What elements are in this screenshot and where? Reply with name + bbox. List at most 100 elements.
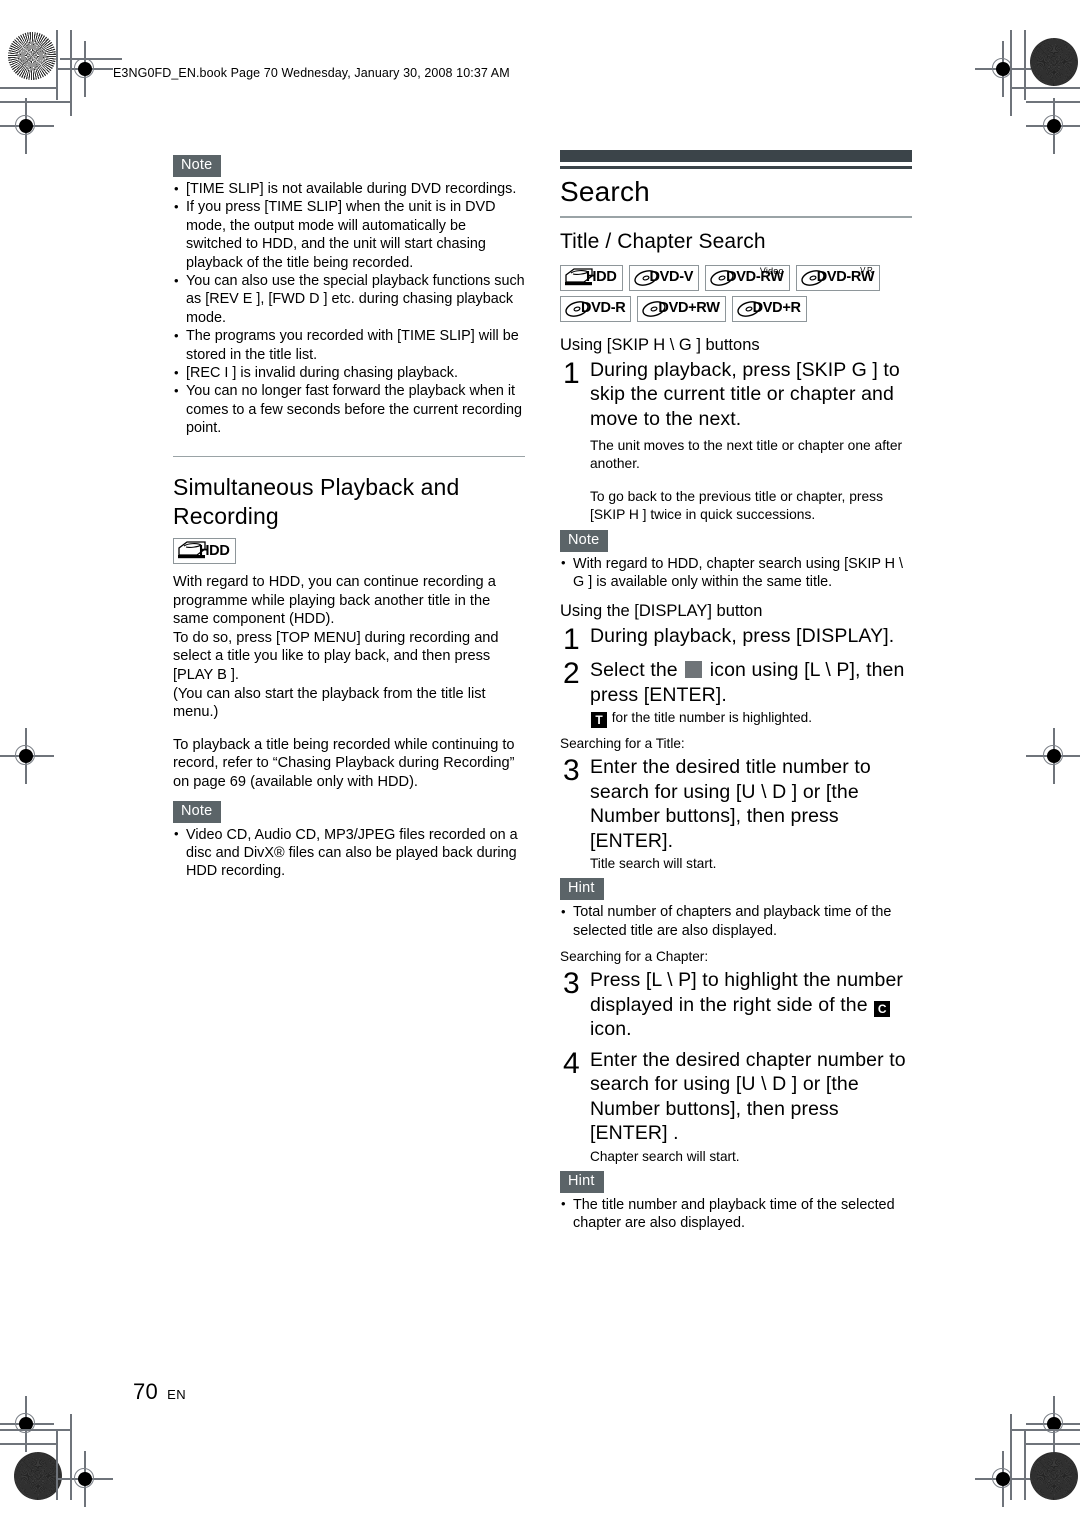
heading-using-display-button: Using the [DISPLAY] button (560, 602, 763, 621)
note-label-wrap-skip: Note (560, 529, 912, 552)
media-badge-dvd-rw-video: DVD-RW Video (705, 264, 790, 291)
left-column: Note [TIME SLIP] is not available during… (173, 155, 525, 881)
note-label-skip: Note (560, 529, 609, 552)
rosette-mark-bottom-left (14, 1452, 62, 1500)
page-number: 70 (133, 1379, 159, 1404)
trim-line (1010, 1414, 1012, 1500)
hint-label-1: Hint (560, 878, 604, 901)
step-number: 2 (563, 657, 580, 691)
step-instruction: Select the icon using [L \ P], then pres… (590, 658, 912, 707)
media-badge-hdd: HDD (173, 538, 236, 565)
paragraph-chasing-playback-ref: To playback a title being recorded while… (173, 736, 515, 791)
media-badge-row-2: DVD-R DVD+RW DVD+R (560, 295, 912, 322)
trim-line (1010, 30, 1012, 116)
registration-crosshair-bottom-right (975, 1451, 1031, 1507)
subsection-title-title-chapter-search: Title / Chapter Search (560, 229, 766, 253)
right-column: Search Title / Chapter Search HDD DVD-V (560, 150, 912, 1233)
chapter-badge-icon: C (874, 1000, 891, 1017)
paragraph-top-menu: To do so, press [TOP MENU] during record… (173, 629, 499, 684)
note-label-2: Note (173, 800, 222, 823)
trim-line (56, 1430, 58, 1500)
trim-line (70, 30, 72, 116)
step-number: 1 (563, 623, 580, 657)
page-title-simultaneous-playback: Simultaneous Playback and Recording (173, 474, 460, 529)
registration-crosshair-right-middle (1026, 728, 1080, 784)
paragraph-hdd-recording: With regard to HDD, you can continue rec… (173, 574, 496, 628)
media-badge-label: DVD+RW (658, 300, 720, 317)
step-note-chapter-search-start: Chapter search will start. (590, 1148, 740, 1164)
media-badge-dvd-rw-vr: DVD-RW VR (795, 264, 881, 291)
note-list-playback: [TIME SLIP] is not available during DVD … (173, 179, 525, 438)
trim-line (1012, 1429, 1080, 1431)
hint-label-wrap-1: Hint (560, 878, 912, 901)
trim-line (56, 30, 58, 100)
media-badge-hdd: HDD (560, 264, 623, 291)
step-text-after-icon: icon. (590, 1018, 632, 1041)
media-badge-sup: VR (860, 265, 875, 275)
header-rule (60, 58, 122, 60)
trim-line (0, 101, 72, 103)
note-label-wrap: Note (173, 155, 525, 177)
note-list-formats: Video CD, Audio CD, MP3/JPEG files recor… (173, 825, 525, 881)
list-item: The title number and playback time of th… (560, 1195, 912, 1233)
media-badge-label: DVD-V (649, 269, 694, 286)
step-display-2: 2 Select the icon using [L \ P], then pr… (560, 658, 912, 707)
media-badge-row-1: HDD DVD-V DVD-RW Video DVD-RW VR (560, 264, 912, 291)
list-item: [TIME SLIP] is not available during DVD … (173, 179, 525, 198)
note-list-skip: With regard to HDD, chapter search using… (560, 554, 912, 592)
list-item: If you press [TIME SLIP] when the unit i… (173, 198, 525, 272)
trim-line (1026, 101, 1080, 103)
label-searching-for-title: Searching for a Title: (560, 736, 685, 752)
registration-crosshair-top-left (57, 41, 113, 97)
media-badge-label: HDD (199, 542, 230, 559)
step-text-before-icon: Press [L \ P] to highlight the number di… (590, 969, 903, 1016)
step-instruction: Press [L \ P] to highlight the number di… (590, 968, 912, 1042)
step-search-chapter-3: 3 Press [L \ P] to highlight the number … (560, 968, 912, 1042)
step-search-title-3: 3 Enter the desired title number to sear… (560, 755, 912, 853)
section-header-bar (560, 150, 912, 162)
step-search-chapter-4: 4 Enter the desired chapter number to se… (560, 1048, 912, 1146)
section-title-underline (560, 216, 912, 218)
trim-line (70, 1414, 72, 1500)
section-title-search: Search (560, 176, 650, 207)
title-badge-icon: T (591, 712, 607, 729)
paragraph-go-back-previous: To go back to the previous title or chap… (590, 488, 883, 523)
trim-line (1026, 1443, 1080, 1445)
list-item: [REC I ] is invalid during chasing playb… (173, 364, 525, 383)
section-divider (173, 455, 525, 458)
step-instruction: During playback, press [SKIP G ] to skip… (590, 358, 900, 430)
note-label-wrap-2: Note (173, 800, 525, 823)
media-badge-row-hdd: HDD (173, 538, 525, 565)
list-item: Video CD, Audio CD, MP3/JPEG files recor… (173, 825, 525, 881)
step-instruction: Enter the desired title number to search… (590, 756, 871, 852)
list-item: With regard to HDD, chapter search using… (560, 554, 912, 592)
list-item: You can no longer fast forward the playb… (173, 382, 525, 437)
media-badge-dvd-r: DVD-R (560, 295, 632, 322)
media-badge-dvd-plus-r: DVD+R (731, 295, 807, 322)
list-item: Total number of chapters and playback ti… (560, 903, 912, 940)
document-page: E3NG0FD_EN.book Page 70 Wednesday, Janua… (0, 0, 1080, 1528)
step-note-text: for the title number is highlighted. (611, 710, 813, 726)
trim-line (0, 1443, 58, 1445)
step-text-before-icon: Select the (590, 659, 678, 682)
step-note-title-search-start: Title search will start. (590, 856, 717, 872)
step-note-title-highlight: T for the title number is highlighted. (590, 709, 912, 729)
label-searching-for-chapter: Searching for a Chapter: (560, 949, 709, 965)
heading-using-skip-buttons: Using [SKIP H \ G ] buttons (560, 335, 760, 354)
list-item: The programs you recorded with [TIME SLI… (173, 327, 525, 364)
trim-line (0, 1429, 72, 1431)
step-display-1: 1 During playback, press [DISPLAY]. (560, 624, 912, 655)
step-number: 1 (563, 356, 580, 390)
media-badge-label: DVD+R (752, 300, 801, 317)
registration-crosshair-left-middle (0, 728, 54, 784)
registration-crosshair-right-upper (1026, 98, 1080, 154)
media-badge-dvd-v: DVD-V (628, 264, 700, 291)
step-number: 3 (563, 967, 580, 1001)
registration-crosshair-top-right (975, 41, 1031, 97)
step-instruction: Enter the desired chapter number to sear… (590, 1048, 906, 1145)
rosette-mark-top-left (8, 32, 56, 80)
trim-line (1012, 87, 1080, 89)
media-badge-sup: Video (759, 265, 784, 276)
page-footer: 70 EN (133, 1379, 186, 1405)
trim-line (0, 87, 58, 89)
